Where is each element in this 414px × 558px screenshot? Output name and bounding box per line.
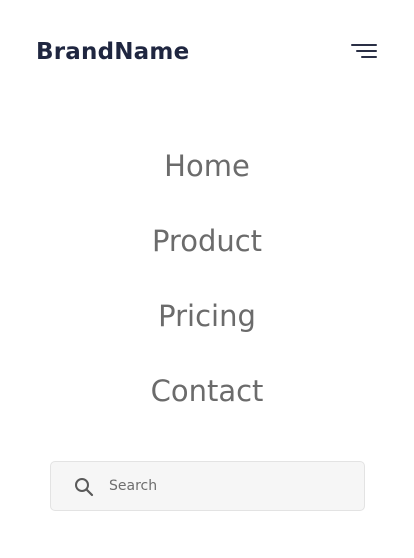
nav-item-home: Home (0, 140, 414, 215)
brand-logo[interactable]: BrandName (36, 37, 189, 67)
nav-item-product: Product (0, 215, 414, 290)
nav-link-contact[interactable]: Contact (151, 365, 264, 417)
nav-link-home[interactable]: Home (164, 140, 250, 192)
mobile-nav-page: BrandName Home Product Pricing Contact (0, 0, 414, 558)
nav-item-pricing: Pricing (0, 290, 414, 365)
nav-link-pricing[interactable]: Pricing (158, 290, 256, 342)
search-input[interactable] (109, 462, 349, 510)
main-nav: Home Product Pricing Contact (0, 140, 414, 440)
search-icon (75, 478, 94, 497)
search-box (50, 461, 365, 511)
nav-link-product[interactable]: Product (152, 215, 262, 267)
nav-item-contact: Contact (0, 365, 414, 440)
hamburger-menu-icon (351, 44, 377, 58)
menu-toggle-button[interactable] (348, 38, 380, 66)
